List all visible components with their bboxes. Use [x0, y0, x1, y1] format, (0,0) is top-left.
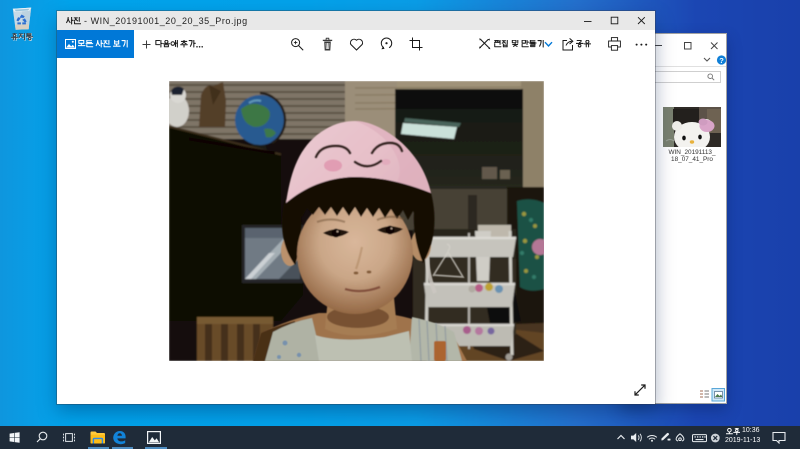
svg-text:?: ? [719, 56, 724, 65]
